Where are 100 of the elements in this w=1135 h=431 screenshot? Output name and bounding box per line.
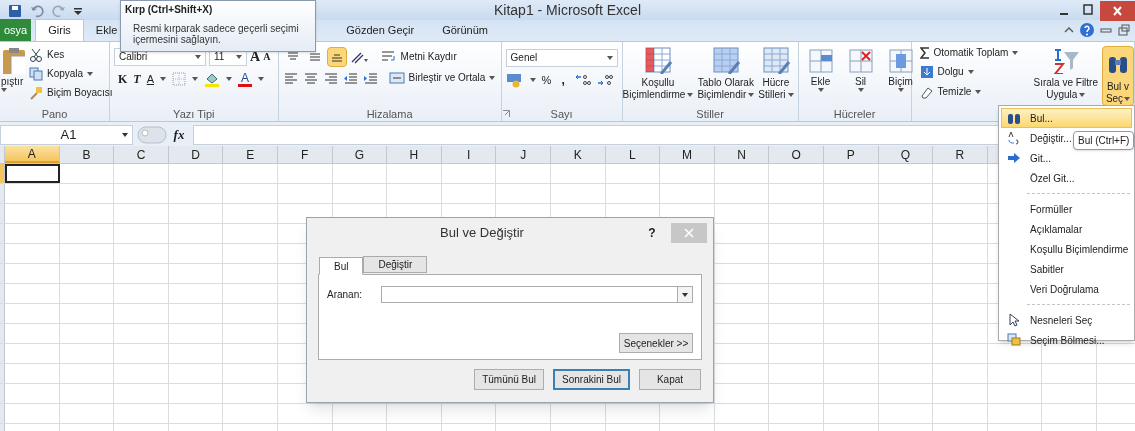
tooltip-title: Kırp (Ctrl+Shift+X) bbox=[125, 3, 214, 17]
horizontal-align-icon[interactable] bbox=[282, 71, 299, 85]
styles-button[interactable]: Hücre Stilleri bbox=[758, 46, 794, 106]
increase-indent-icon[interactable] bbox=[362, 71, 379, 85]
percent-button[interactable]: % bbox=[541, 74, 552, 86]
column-header[interactable]: I bbox=[441, 146, 497, 163]
cut-button[interactable]: Kes bbox=[29, 48, 113, 62]
shrink-font-button[interactable]: A bbox=[263, 52, 271, 62]
dialog-tab[interactable]: Değiştir bbox=[363, 256, 428, 273]
fill-color-icon[interactable] bbox=[204, 71, 221, 87]
menu-item[interactable]: Açıklamalar bbox=[1001, 219, 1132, 239]
ribbon-tab[interactable]: Görünüm bbox=[430, 19, 500, 41]
name-box[interactable]: A1 bbox=[0, 125, 133, 145]
styles-button[interactable]: Koşullu Biçimlendirme bbox=[622, 46, 694, 106]
format-painter-button[interactable]: Biçim Boyacısı bbox=[29, 86, 113, 100]
column-header[interactable]: L bbox=[605, 146, 661, 163]
border-icon[interactable] bbox=[172, 72, 187, 86]
column-header[interactable]: J bbox=[496, 146, 551, 163]
caret-icon bbox=[122, 133, 128, 137]
horizontal-align-icon[interactable] bbox=[302, 71, 319, 85]
menu-item[interactable]: Git... bbox=[1001, 148, 1132, 168]
column-header[interactable]: B bbox=[59, 146, 115, 163]
cells-button[interactable]: Biçim bbox=[886, 46, 915, 106]
menu-item[interactable]: Bul... bbox=[1001, 108, 1132, 128]
tooltip-text: Resmi kırparak sadece geçerli seçimi içermesini sağlayın. bbox=[132, 23, 300, 45]
active-cell[interactable] bbox=[5, 164, 60, 183]
menu-item[interactable]: Sabitler bbox=[1001, 259, 1132, 279]
search-combobox[interactable] bbox=[381, 286, 693, 303]
horizontal-align-icon[interactable] bbox=[322, 71, 339, 85]
column-header[interactable]: Q bbox=[878, 146, 934, 163]
customize-icon[interactable] bbox=[74, 5, 82, 16]
currency-icon[interactable] bbox=[505, 72, 524, 88]
increase-decimal-icon[interactable] bbox=[574, 73, 591, 87]
sum-icon bbox=[919, 47, 930, 59]
column-header[interactable]: N bbox=[714, 146, 770, 163]
clear-button[interactable]: Temizle bbox=[919, 85, 1028, 99]
menu-item[interactable]: Veri Doğrulama bbox=[1001, 279, 1132, 299]
comma-button[interactable]: , bbox=[557, 74, 569, 86]
caret-icon bbox=[1012, 51, 1019, 55]
caret-icon bbox=[606, 56, 613, 60]
ribbon-tab[interactable]: Ekle bbox=[83, 19, 130, 41]
column-header[interactable]: G bbox=[332, 146, 388, 163]
caret-icon bbox=[236, 55, 242, 59]
wrap-text-button[interactable]: Metni Kaydır bbox=[380, 50, 457, 64]
decrease-indent-icon[interactable] bbox=[342, 71, 359, 85]
help-button[interactable]: ? bbox=[645, 224, 659, 242]
cells-button[interactable]: Ekle bbox=[806, 46, 835, 106]
dialog-tab[interactable]: Bul bbox=[319, 257, 364, 275]
column-header[interactable]: P bbox=[823, 146, 879, 163]
ribbon-tab[interactable]: osya bbox=[0, 19, 32, 41]
column-header[interactable]: H bbox=[387, 146, 442, 163]
ribbon-tab[interactable]: Gözden Geçir bbox=[334, 19, 427, 41]
sort-filter-button[interactable]: Sırala ve Filtre Uygula bbox=[1033, 46, 1098, 106]
help-icon[interactable] bbox=[1079, 22, 1095, 38]
find-select-button[interactable]: Bul v Seç bbox=[1102, 46, 1134, 106]
column-header[interactable]: D bbox=[168, 146, 224, 163]
bold-button[interactable]: K bbox=[118, 73, 128, 85]
restore-icon[interactable] bbox=[1117, 24, 1131, 36]
column-header[interactable]: O bbox=[769, 146, 824, 163]
menu-item[interactable]: Formüller bbox=[1001, 199, 1132, 219]
column-header[interactable]: C bbox=[114, 146, 169, 163]
vertical-align-button[interactable] bbox=[326, 47, 347, 67]
caret-icon bbox=[258, 77, 265, 81]
undo-icon[interactable] bbox=[30, 3, 44, 18]
column-header[interactable]: R bbox=[933, 146, 988, 163]
paste-button[interactable]: pıştır bbox=[1, 46, 25, 106]
underline-button[interactable]: A bbox=[146, 73, 155, 85]
menu-item[interactable]: Koşullu Biçimlendirme bbox=[1001, 239, 1132, 259]
group-label: Sayı bbox=[550, 107, 573, 120]
close-icon[interactable] bbox=[1100, 0, 1135, 21]
save-icon[interactable] bbox=[8, 3, 22, 18]
merge-center-button[interactable]: Birleştir ve Ortala bbox=[388, 71, 496, 85]
copy-button[interactable]: Kopyala bbox=[29, 67, 113, 81]
column-header[interactable]: E bbox=[223, 146, 278, 163]
column-header[interactable]: M bbox=[660, 146, 715, 163]
column-header[interactable]: F bbox=[277, 146, 333, 163]
redo-icon[interactable] bbox=[52, 3, 66, 18]
menu-item[interactable]: Özel Git... bbox=[1001, 168, 1132, 188]
menu-item[interactable]: Seçim Bölmesi... bbox=[1001, 330, 1132, 350]
options-button[interactable]: Seçenekler >> bbox=[619, 333, 693, 353]
table-style-icon bbox=[710, 46, 741, 74]
dialog-button[interactable]: Tümünü Bul bbox=[474, 369, 545, 390]
italic-button[interactable]: T bbox=[133, 73, 141, 85]
fill-button[interactable]: Dolgu bbox=[919, 65, 1028, 79]
decrease-decimal-icon[interactable] bbox=[596, 73, 613, 87]
dialog-button[interactable]: Kapat bbox=[639, 369, 701, 390]
number-format-field[interactable]: Genel bbox=[505, 49, 618, 67]
column-header[interactable]: A bbox=[5, 146, 60, 163]
column-header[interactable]: K bbox=[550, 146, 606, 163]
font-color-button[interactable]: A bbox=[238, 71, 253, 87]
clipboard-icon bbox=[1, 46, 25, 74]
cells-button[interactable]: Sil bbox=[846, 46, 875, 106]
align-lines-icon bbox=[286, 51, 299, 63]
styles-button[interactable]: Tablo Olarak Biçimlendir bbox=[697, 46, 755, 106]
close-button[interactable] bbox=[671, 223, 707, 243]
autosum-button[interactable]: Otomatik Toplam bbox=[919, 47, 1028, 59]
ribbon-tab[interactable]: Giris bbox=[35, 19, 84, 41]
menu-item[interactable]: Nesneleri Seç bbox=[1001, 310, 1132, 330]
dialog-button[interactable]: Sonrakini Bul bbox=[553, 369, 630, 390]
group-label: Pano bbox=[41, 107, 68, 120]
